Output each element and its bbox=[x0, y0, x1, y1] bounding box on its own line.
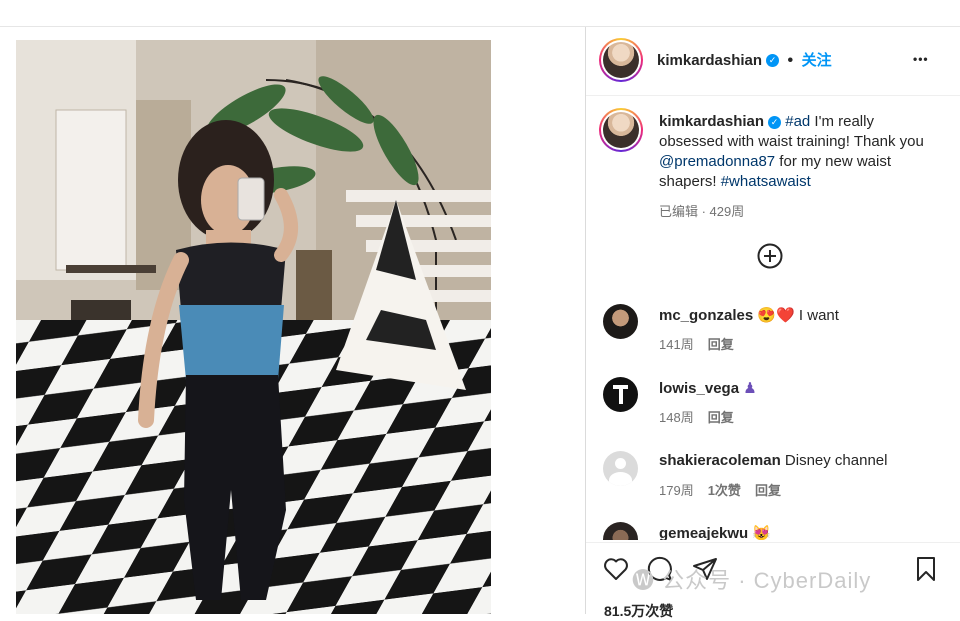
commenter-avatar[interactable] bbox=[603, 377, 638, 412]
comment-username[interactable]: lowis_vega bbox=[659, 380, 739, 397]
logo-t-stem bbox=[618, 385, 623, 404]
caption-username[interactable]: kimkardashian bbox=[659, 113, 764, 130]
avatar-photo bbox=[603, 42, 639, 78]
comment-text: ♟ bbox=[739, 380, 757, 397]
verified-badge-icon: ✓ bbox=[766, 54, 780, 68]
hashtag-link-2[interactable]: #whatsawaist bbox=[721, 173, 811, 190]
comment-username[interactable]: shakieracoleman bbox=[659, 452, 781, 469]
comment-clip: gemeajekwu 😻 bbox=[586, 518, 960, 540]
comment: shakieracoleman Disney channel bbox=[659, 452, 887, 469]
reply-button[interactable]: 回复 bbox=[708, 337, 734, 352]
caption-author-avatar[interactable] bbox=[599, 108, 643, 152]
more-options-icon[interactable]: ••• bbox=[913, 52, 929, 66]
commenter-avatar[interactable] bbox=[603, 522, 638, 540]
author-avatar[interactable] bbox=[599, 38, 643, 82]
comment-text: Disney channel bbox=[780, 452, 888, 469]
header-separator: • bbox=[787, 52, 794, 69]
comment-meta: 141周 回复 bbox=[659, 334, 748, 353]
caption-verified-badge-icon: ✓ bbox=[768, 115, 782, 129]
comment-text: 😍❤️ I want bbox=[753, 307, 839, 324]
comment-meta: 179周 1次赞 回复 bbox=[659, 480, 795, 499]
caption-meta: 已编辑 · 429周 bbox=[659, 204, 745, 219]
follow-button[interactable]: 关注 bbox=[802, 52, 832, 69]
bookmark-icon[interactable] bbox=[915, 556, 937, 582]
comment: lowis_vega ♟ bbox=[659, 379, 757, 397]
comment-username[interactable]: gemeajekwu bbox=[659, 525, 748, 540]
comment-time: 141周 bbox=[659, 337, 694, 352]
hashtag-link[interactable]: #ad bbox=[785, 113, 810, 130]
post-photo-illustration bbox=[16, 40, 491, 614]
post-caption: kimkardashian ✓ #ad I'm really obsessed w… bbox=[659, 112, 929, 192]
default-avatar-head bbox=[615, 458, 626, 469]
comment-meta: 148周 回复 bbox=[659, 407, 748, 426]
comment-time: 179周 bbox=[659, 483, 694, 498]
comment-time: 148周 bbox=[659, 410, 694, 425]
reply-button[interactable]: 回复 bbox=[708, 410, 734, 425]
author-username[interactable]: kimkardashian bbox=[657, 52, 762, 69]
caption-avatar-photo bbox=[603, 112, 639, 148]
post-image[interactable] bbox=[16, 40, 491, 614]
comment-text: 😻 bbox=[748, 525, 772, 540]
comment: gemeajekwu 😻 bbox=[659, 524, 771, 540]
mention-link[interactable]: @premadonna87 bbox=[659, 153, 775, 170]
comment-likes[interactable]: 1次赞 bbox=[708, 483, 741, 498]
watermark-text: 🅦 公众号 · CyberDaily bbox=[632, 568, 872, 593]
commenter-avatar[interactable] bbox=[603, 304, 638, 339]
likes-count[interactable]: 81.5万次赞 bbox=[604, 601, 673, 621]
comment-username[interactable]: mc_gonzales bbox=[659, 307, 753, 324]
header-divider bbox=[586, 95, 960, 96]
plus-circle-icon[interactable] bbox=[757, 243, 783, 269]
heart-icon[interactable] bbox=[603, 557, 629, 581]
actions-divider bbox=[586, 542, 960, 543]
commenter-avatar-default[interactable] bbox=[603, 451, 638, 486]
reply-button[interactable]: 回复 bbox=[755, 483, 781, 498]
comment: mc_gonzales 😍❤️ I want bbox=[659, 306, 839, 324]
default-avatar-body bbox=[609, 472, 632, 486]
post-header: kimkardashian ✓ • 关注 bbox=[657, 49, 832, 70]
